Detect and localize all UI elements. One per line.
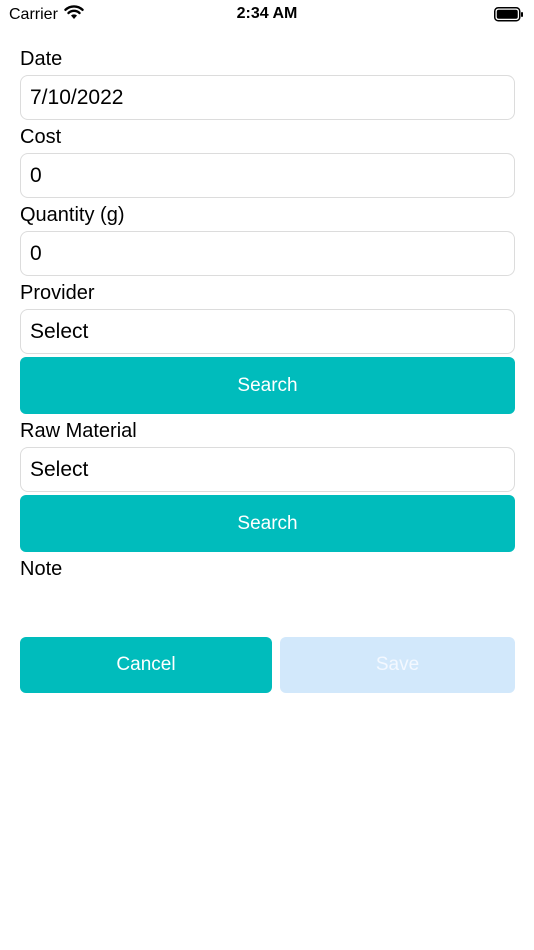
provider-select[interactable]: Select (20, 309, 515, 354)
provider-label: Provider (20, 282, 95, 304)
raw-material-label: Raw Material (20, 420, 137, 442)
status-time: 2:34 AM (236, 5, 298, 22)
save-button[interactable]: Save (280, 637, 515, 693)
cost-label: Cost (20, 126, 62, 148)
raw-material-search-button[interactable]: Search (20, 495, 515, 552)
cancel-button[interactable]: Cancel (20, 637, 272, 693)
quantity-label: Quantity (g) (20, 204, 125, 226)
note-label: Note (20, 558, 63, 580)
date-field[interactable]: 7/10/2022 (20, 75, 515, 120)
battery-icon (494, 7, 524, 27)
date-label: Date (20, 48, 63, 70)
status-bar: Carrier 2:34 AM (0, 0, 534, 30)
cost-field[interactable]: 0 (20, 153, 515, 198)
provider-search-button[interactable]: Search (20, 357, 515, 414)
quantity-field[interactable]: 0 (20, 231, 515, 276)
raw-material-select[interactable]: Select (20, 447, 515, 492)
note-input[interactable] (20, 585, 515, 625)
